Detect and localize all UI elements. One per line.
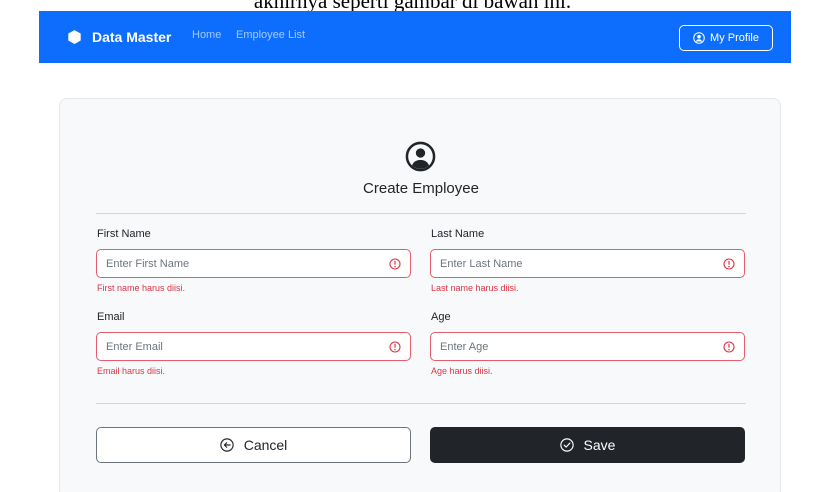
top-navbar: Data Master Home Employee List My Profil… <box>39 11 791 63</box>
save-label: Save <box>583 437 616 453</box>
my-profile-button[interactable]: My Profile <box>679 25 773 51</box>
first-name-label: First Name <box>97 228 151 240</box>
nav-link-home[interactable]: Home <box>192 29 221 41</box>
check-circle-icon <box>559 438 574 452</box>
back-arrow-icon <box>220 438 234 452</box>
divider <box>96 403 746 404</box>
nav-link-employee-list[interactable]: Employee List <box>236 29 305 41</box>
page-caption: akhirnya seperti gambar di bawah ini. <box>0 0 825 11</box>
first-name-error: First name harus diisi. <box>97 283 186 293</box>
divider <box>96 213 746 214</box>
brand-name: Data Master <box>92 29 172 45</box>
cancel-button[interactable]: Cancel <box>96 427 411 463</box>
age-field[interactable] <box>430 332 745 361</box>
profile-icon <box>693 32 705 44</box>
warning-icon <box>389 258 401 270</box>
email-error: Email harus diisi. <box>97 366 166 376</box>
last-name-label: Last Name <box>431 228 485 240</box>
page-title: Create Employee <box>363 180 479 197</box>
age-input[interactable] <box>431 333 744 360</box>
brand[interactable]: Data Master <box>67 27 171 47</box>
cancel-label: Cancel <box>243 437 288 453</box>
create-employee-card: Create Employee First Name First name ha… <box>59 98 781 492</box>
age-label: Age <box>431 311 451 323</box>
warning-icon <box>723 258 735 270</box>
last-name-error: Last name harus diisi. <box>431 283 519 293</box>
user-circle-icon <box>405 141 436 172</box>
last-name-input[interactable] <box>431 250 744 277</box>
age-error: Age harus diisi. <box>431 366 493 376</box>
email-field[interactable] <box>96 332 411 361</box>
email-input[interactable] <box>97 333 410 360</box>
first-name-field[interactable] <box>96 249 411 278</box>
my-profile-label: My Profile <box>710 32 759 44</box>
warning-icon <box>723 341 735 353</box>
warning-icon <box>389 341 401 353</box>
email-label: Email <box>97 311 125 323</box>
first-name-input[interactable] <box>97 250 410 277</box>
save-button[interactable]: Save <box>430 427 745 463</box>
last-name-field[interactable] <box>430 249 745 278</box>
brand-hexagon-icon <box>68 30 81 44</box>
